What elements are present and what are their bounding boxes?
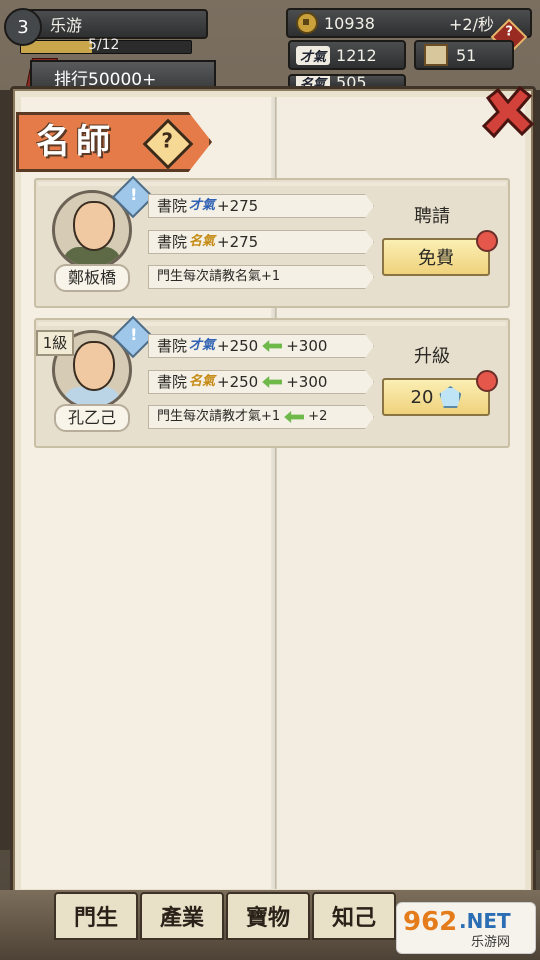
tab-confidants[interactable]: 知己 bbox=[312, 892, 396, 940]
coin-bar[interactable]: 10938 +2/秒 ? bbox=[286, 8, 532, 56]
exp-text: 5/12 bbox=[88, 37, 120, 53]
upgrade-arrow-icon bbox=[262, 340, 283, 352]
upgrade-cost: 20 bbox=[410, 386, 434, 408]
coin-rate: +2/秒 bbox=[449, 15, 494, 34]
stat-effect: 門生每次請教才氣+1 +2 bbox=[148, 405, 374, 429]
cai-qi-icon: 才氣 bbox=[296, 45, 331, 65]
stat-ming-qi: 書院 名氣 +250 +300 bbox=[148, 370, 374, 394]
gem-icon bbox=[439, 386, 462, 408]
tab-disciples[interactable]: 門生 bbox=[54, 892, 138, 940]
stat-cai-qi: 書院 才氣 +250 +300 bbox=[148, 334, 374, 358]
cai-qi-tag-icon: 才氣 bbox=[189, 198, 216, 213]
upgrade-arrow-icon bbox=[262, 376, 283, 388]
ming-qi-tag-icon: 名氣 bbox=[189, 374, 216, 389]
player-level-badge[interactable]: 3 bbox=[4, 8, 42, 46]
coin-value: 10938 bbox=[324, 13, 375, 33]
player-name-box[interactable]: 乐游 bbox=[22, 9, 208, 39]
notification-dot bbox=[476, 230, 498, 252]
stat-effect: 門生每次請教名氣+1 bbox=[148, 265, 374, 289]
action-label: 聘請 bbox=[414, 206, 450, 227]
ming-qi-tag-icon: 名氣 bbox=[189, 234, 216, 249]
tab-industry[interactable]: 產業 bbox=[140, 892, 224, 940]
teacher-name: 鄭板橋 bbox=[54, 264, 130, 292]
cai-qi-tag-icon: 才氣 bbox=[189, 338, 216, 353]
teacher-name: 孔乙己 bbox=[54, 404, 130, 432]
stat-ming-qi: 書院 名氣 +275 bbox=[148, 230, 374, 254]
stat-cai-qi: 書院 才氣 +275 bbox=[148, 194, 374, 218]
action-label: 升級 bbox=[414, 346, 450, 367]
scroll-bar[interactable]: 51 bbox=[414, 40, 514, 70]
teacher-card-kong-yiji: 1級 ! 孔乙己 書院 才氣 +250 +300 書院 名氣 +250 +300… bbox=[34, 315, 510, 448]
hire-button[interactable]: 免費 bbox=[382, 238, 490, 276]
close-icon[interactable] bbox=[480, 84, 536, 140]
notification-dot bbox=[476, 370, 498, 392]
coin-icon bbox=[296, 12, 318, 34]
tab-treasures[interactable]: 寶物 bbox=[226, 892, 310, 940]
cai-qi-bar[interactable]: 才氣 1212 bbox=[288, 40, 406, 70]
player-name: 乐游 bbox=[50, 16, 83, 35]
level-tag: 1級 bbox=[36, 330, 74, 356]
teacher-card-zheng-banqiao: ! 鄭板橋 書院 才氣 +275 書院 名氣 +275 門生每次請教名氣+1 聘… bbox=[34, 175, 510, 308]
upgrade-button[interactable]: 20 bbox=[382, 378, 490, 416]
site-watermark-logo: 962 .NET 乐游网 bbox=[396, 902, 536, 954]
scroll-value: 51 bbox=[456, 45, 477, 65]
hire-button-label: 免費 bbox=[418, 248, 454, 269]
page-title: 名師 bbox=[36, 122, 116, 162]
cai-qi-value: 1212 bbox=[336, 45, 377, 65]
scroll-icon bbox=[424, 44, 448, 66]
upgrade-arrow-icon bbox=[284, 411, 305, 423]
